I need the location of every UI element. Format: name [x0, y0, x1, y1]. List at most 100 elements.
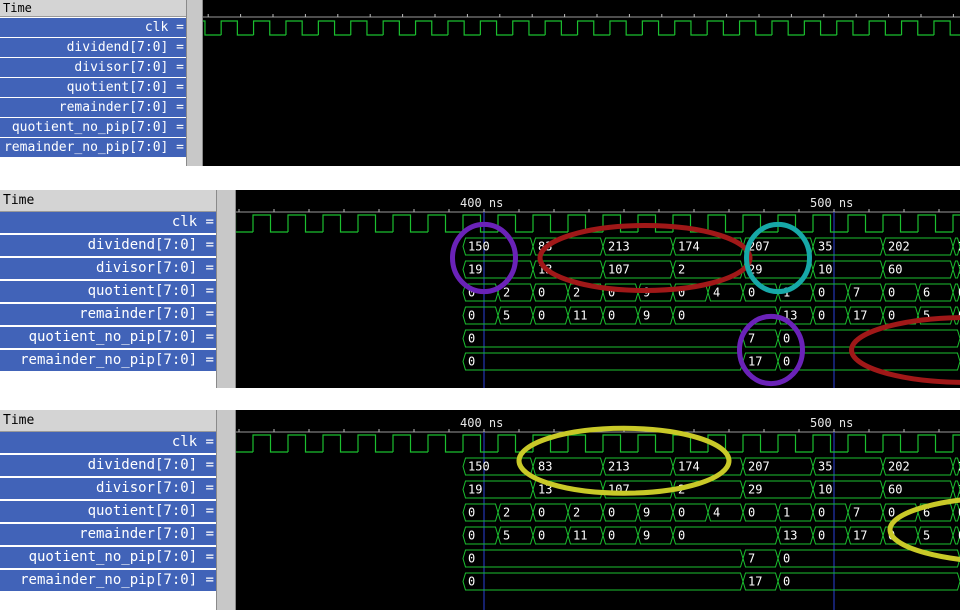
bus-value: 0 [783, 552, 790, 566]
bus-value: 60 [888, 483, 902, 497]
bus-value: 0 [468, 575, 475, 589]
signal-name-divisor[interactable]: divisor[7:0] = [0, 258, 216, 281]
bus-value: 207 [748, 460, 770, 474]
bus-value: 17 [748, 355, 762, 369]
waveform-area[interactable]: 400 ns500 ns1508321317420735202242191310… [236, 190, 960, 388]
waveform-panel-1: Time clk = dividend[7:0] = divisor[7:0] … [0, 0, 960, 166]
bus-value: 150 [468, 240, 490, 254]
bus-value: 202 [888, 240, 910, 254]
bus-value: 0 [468, 552, 475, 566]
bus-value: 9 [643, 529, 650, 543]
signal-name-quotient[interactable]: quotient[7:0] = [0, 281, 216, 304]
bus-value: 0 [608, 529, 615, 543]
bus-value: 35 [818, 240, 832, 254]
bus-value: 0 [538, 506, 545, 520]
signal-name-clk[interactable]: clk = [0, 212, 216, 235]
clk-waveform [203, 20, 960, 36]
pane-splitter[interactable] [186, 0, 203, 166]
signal-name-column: Time clk = dividend[7:0] = divisor[7:0] … [0, 410, 216, 610]
time-header: Time [0, 190, 216, 212]
signal-name-quotient[interactable]: quotient[7:0] = [0, 78, 186, 99]
signal-name-clk[interactable]: clk = [0, 18, 186, 39]
bus-value: 0 [888, 309, 895, 323]
signal-name-divisor[interactable]: divisor[7:0] = [0, 58, 186, 79]
time-label: 500 ns [810, 196, 853, 210]
signal-name-clk[interactable]: clk = [0, 432, 216, 455]
bus-value: 0 [783, 355, 790, 369]
bus-value: 0 [538, 286, 545, 300]
signal-name-remainder_no_pip[interactable]: remainder_no_pip[7:0] = [0, 138, 186, 159]
bus-value: 0 [468, 506, 475, 520]
waveform-area[interactable]: 400 ns500 ns1508321317420735202242191310… [236, 410, 960, 610]
time-label: 500 ns [810, 416, 853, 430]
bus-value: 0 [678, 506, 685, 520]
bus-value: 0 [783, 332, 790, 346]
bus-value: 0 [888, 506, 895, 520]
bus-value: 5 [503, 309, 510, 323]
bus-segment [462, 549, 744, 568]
bus-value: 60 [888, 263, 902, 277]
bus-value: 0 [818, 286, 825, 300]
bus-value: 11 [573, 309, 587, 323]
bus-value: 0 [748, 286, 755, 300]
waveform-panel-2: Time clk = dividend[7:0] = divisor[7:0] … [0, 190, 960, 388]
signal-name-dividend[interactable]: dividend[7:0] = [0, 38, 186, 59]
bus-value: 2 [573, 286, 580, 300]
bus-value: 0 [818, 309, 825, 323]
bus-value: 35 [818, 460, 832, 474]
bus-value: 0 [678, 309, 685, 323]
annotation-circle [737, 313, 805, 387]
annotation-circle [744, 221, 812, 295]
signal-name-remainder[interactable]: remainder[7:0] = [0, 98, 186, 119]
bus-value: 5 [923, 529, 930, 543]
bus-value: 1 [783, 506, 790, 520]
bus-value: 13 [783, 529, 797, 543]
signal-name-quotient_no_pip[interactable]: quotient_no_pip[7:0] = [0, 547, 216, 570]
bus-value: 0 [818, 529, 825, 543]
bus-value: 174 [678, 460, 700, 474]
waveform-canvas: 400 ns500 ns1508321317420735202242191310… [236, 416, 960, 610]
bus-value: 0 [818, 506, 825, 520]
signal-name-quotient_no_pip[interactable]: quotient_no_pip[7:0] = [0, 327, 216, 350]
bus-value: 0 [783, 575, 790, 589]
bus-value: 0 [468, 355, 475, 369]
bus-segment [777, 572, 960, 591]
signal-name-remainder[interactable]: remainder[7:0] = [0, 304, 216, 327]
waveform-area[interactable]: 300 ns400 ns [203, 0, 960, 166]
bus-value: 11 [573, 529, 587, 543]
bus-value: 10 [818, 483, 832, 497]
bus-value: 19 [468, 263, 482, 277]
bus-value: 2 [503, 286, 510, 300]
annotation-circle [849, 315, 960, 385]
signal-name-quotient[interactable]: quotient[7:0] = [0, 501, 216, 524]
bus-value: 150 [468, 460, 490, 474]
waveform-panel-3: Time clk = dividend[7:0] = divisor[7:0] … [0, 410, 960, 610]
pane-splitter[interactable] [216, 190, 236, 388]
bus-value: 9 [643, 506, 650, 520]
signal-name-remainder_no_pip[interactable]: remainder_no_pip[7:0] = [0, 350, 216, 373]
bus-value: 19 [468, 483, 482, 497]
waveform-canvas: 400 ns500 ns1508321317420735202242191310… [236, 196, 960, 388]
bus-value: 7 [853, 506, 860, 520]
bus-value: 0 [888, 286, 895, 300]
bus-value: 17 [853, 309, 867, 323]
bus-segment [462, 572, 744, 591]
signal-name-remainder_no_pip[interactable]: remainder_no_pip[7:0] = [0, 570, 216, 593]
signal-name-quotient_no_pip[interactable]: quotient_no_pip[7:0] = [0, 118, 186, 139]
bus-value: 4 [713, 506, 720, 520]
bus-value: 202 [888, 460, 910, 474]
signal-name-remainder[interactable]: remainder[7:0] = [0, 524, 216, 547]
pane-splitter[interactable] [216, 410, 236, 610]
bus-value: 0 [678, 529, 685, 543]
bus-segment [462, 329, 744, 348]
bus-value: 174 [678, 240, 700, 254]
waveform-canvas: 300 ns400 ns [203, 14, 960, 36]
bus-value: 0 [538, 529, 545, 543]
signal-name-divisor[interactable]: divisor[7:0] = [0, 478, 216, 501]
signal-name-dividend[interactable]: dividend[7:0] = [0, 455, 216, 478]
signal-name-dividend[interactable]: dividend[7:0] = [0, 235, 216, 258]
bus-value: 107 [608, 263, 630, 277]
bus-value: 213 [608, 460, 630, 474]
bus-value: 7 [853, 286, 860, 300]
bus-value: 0 [538, 309, 545, 323]
